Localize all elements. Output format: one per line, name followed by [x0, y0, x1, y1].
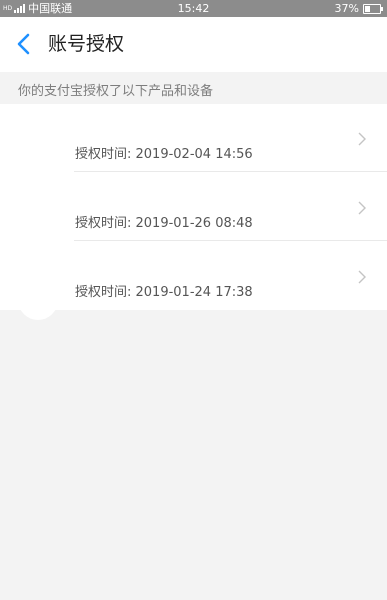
battery-percent: 37%	[334, 2, 359, 15]
chevron-right-icon	[358, 132, 366, 146]
divider	[74, 240, 387, 241]
authorization-item[interactable]: 授权时间: 2019-02-04 14:56	[0, 104, 387, 172]
nav-bar: 账号授权	[0, 17, 387, 72]
status-bar: HD 中国联通 15:42 37%	[0, 0, 387, 17]
app-avatar	[18, 280, 58, 320]
authorization-time: 授权时间: 2019-02-04 14:56	[75, 147, 253, 162]
authorization-item[interactable]: 授权时间: 2019-01-26 08:48	[0, 173, 387, 241]
chevron-right-icon	[358, 201, 366, 215]
authorization-time: 授权时间: 2019-01-26 08:48	[75, 216, 253, 231]
status-time: 15:42	[177, 2, 210, 15]
status-bar-right: 37%	[334, 0, 383, 17]
authorization-list: 授权时间: 2019-02-04 14:56 授权时间: 2019-01-26 …	[0, 104, 387, 320]
chevron-right-icon	[358, 270, 366, 284]
section-subtitle: 你的支付宝授权了以下产品和设备	[18, 84, 214, 99]
chevron-left-icon[interactable]	[14, 31, 34, 57]
authorization-item[interactable]: 授权时间: 2019-01-24 17:38	[0, 242, 387, 310]
divider	[74, 171, 387, 172]
page-title: 账号授权	[48, 33, 125, 55]
authorization-time: 授权时间: 2019-01-24 17:38	[75, 285, 253, 300]
battery-icon	[363, 3, 383, 14]
